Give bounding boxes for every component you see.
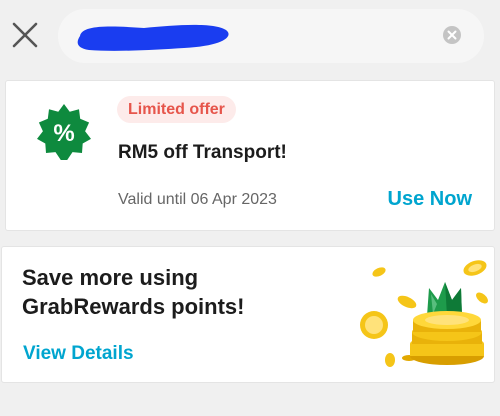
rewards-headline-line1: Save more using — [22, 265, 199, 290]
rewards-headline-line2: GrabRewards points! — [22, 294, 245, 319]
use-now-button[interactable]: Use Now — [388, 188, 472, 211]
discount-badge-symbol: % — [53, 120, 74, 147]
rewards-headline: Save more using GrabRewards points! — [22, 263, 244, 321]
voucher-card[interactable]: % Limited offer RM5 off Transport! Valid… — [0, 81, 494, 230]
voucher-validity: Valid until 06 Apr 2023 — [118, 191, 277, 208]
close-icon — [12, 22, 38, 48]
limited-offer-tag: Limited offer — [117, 96, 236, 123]
search-bar[interactable] — [58, 9, 484, 63]
search-input[interactable] — [80, 22, 440, 50]
voucher-scallop-edge — [0, 85, 4, 219]
view-details-button[interactable]: View Details — [23, 343, 134, 365]
close-button[interactable] — [10, 20, 40, 50]
rewards-card[interactable]: Save more using GrabRewards points! View… — [2, 247, 494, 382]
discount-badge-icon: % — [37, 104, 91, 160]
top-bar — [0, 0, 500, 70]
clear-icon — [443, 26, 461, 44]
clear-search-button[interactable] — [442, 25, 462, 45]
voucher-title: RM5 off Transport! — [118, 142, 287, 163]
coins-illustration — [360, 260, 488, 367]
